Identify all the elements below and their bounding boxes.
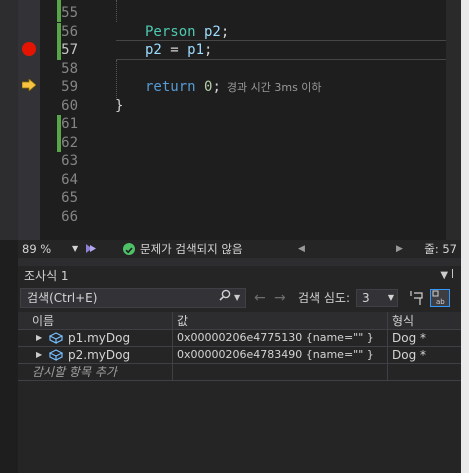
chevron-down-icon: ▼: [72, 244, 79, 253]
window-controls[interactable]: ▼ꟾ: [440, 266, 457, 286]
chevron-down-icon[interactable]: ▼: [234, 286, 240, 310]
back-arrow-icon[interactable]: ←: [254, 286, 266, 310]
panel-splitter[interactable]: [18, 258, 461, 266]
code-line[interactable]: 65: [40, 189, 461, 208]
expand-arrow-icon[interactable]: ▶: [36, 330, 42, 346]
check-circle-icon: [123, 243, 135, 255]
code-line[interactable]: 66: [40, 208, 461, 227]
object-icon: [49, 349, 63, 361]
code-line[interactable]: 62: [40, 134, 461, 153]
watch-toolbar: 검색(Ctrl+E) ▼ ← → 검색 심도: 3 ▼ ab: [18, 286, 461, 310]
scroll-right-icon[interactable]: ▶: [396, 240, 403, 258]
line-number: 60: [61, 97, 78, 114]
zoom-value: 89 %: [22, 242, 52, 256]
zoom-dropdown[interactable]: 89 % ▼: [22, 240, 82, 258]
change-bar: [57, 22, 61, 41]
column-header-value[interactable]: 값: [173, 312, 388, 330]
column-header-type[interactable]: 형식: [388, 312, 461, 330]
pin-window-icon[interactable]: ꟾ: [451, 270, 457, 281]
code-line[interactable]: 60 }: [40, 97, 461, 116]
perf-tip[interactable]: 경과 시간 3ms 이하: [227, 81, 322, 94]
type-cell: [388, 364, 461, 380]
editor-status-bar: 89 % ▼ 문제가 검색되지 않음 ◀ ▶ 줄: 57: [18, 240, 461, 258]
search-input[interactable]: 검색(Ctrl+E): [20, 288, 246, 308]
line-number: 58: [61, 60, 78, 77]
watch-title-bar[interactable]: 조사식 1 ▼ꟾ: [18, 266, 461, 286]
add-watch-row[interactable]: 감시할 항목 추가: [18, 364, 461, 381]
grid-header: 이름 값 형식: [18, 312, 461, 330]
line-number: 65: [61, 190, 78, 206]
window-edge: [461, 0, 469, 473]
name-cell[interactable]: ▶ p2.myDog: [18, 347, 173, 363]
code-cleanup-icon[interactable]: [84, 242, 97, 255]
raw-view-icon[interactable]: ab: [430, 289, 450, 307]
code-line[interactable]: 55: [40, 4, 461, 23]
watch-title: 조사식 1: [24, 269, 69, 283]
search-depth-value: 3: [362, 291, 370, 305]
table-row[interactable]: ▶ p1.myDog 0x00000206e4775130 {name="" }…: [18, 330, 461, 347]
breakpoint-icon[interactable]: [22, 42, 36, 56]
variable-name: p2.myDog: [68, 348, 131, 362]
issues-status[interactable]: 문제가 검색되지 않음: [140, 240, 243, 258]
code-text: }: [115, 97, 124, 114]
chevron-down-icon: ▼: [387, 293, 394, 302]
code-line[interactable]: 56 Person p2;: [40, 23, 461, 42]
current-statement-arrow-icon[interactable]: [22, 79, 36, 91]
add-watch-item[interactable]: 감시할 항목 추가: [18, 364, 173, 380]
watch-window[interactable]: 조사식 1 ▼ꟾ 검색(Ctrl+E) ▼ ← → 검색 심도: 3 ▼ ab 이…: [18, 266, 461, 473]
watch-grid[interactable]: 이름 값 형식 ▶ p1.myDog 0x00000206e4775130 {n…: [18, 312, 461, 381]
code-text: Person p2;: [145, 23, 230, 40]
object-icon: [49, 332, 63, 344]
code-line[interactable]: 59 return 0; 경과 시간 3ms 이하: [40, 78, 461, 97]
code-line[interactable]: 61: [40, 115, 461, 134]
table-row[interactable]: ▶ p2.myDog 0x00000206e4783490 {name="" }…: [18, 347, 461, 364]
line-number: 62: [61, 134, 78, 151]
left-strip: [0, 0, 18, 240]
forward-arrow-icon[interactable]: →: [274, 286, 286, 310]
type-cell: Dog *: [392, 348, 427, 362]
value-cell: [173, 364, 388, 380]
variable-name: p1.myDog: [68, 331, 131, 345]
line-number: 59: [61, 79, 78, 95]
code-line[interactable]: 58: [40, 60, 461, 79]
expand-arrow-icon[interactable]: ▶: [36, 347, 42, 363]
code-line-current[interactable]: 57 p2 = p1;: [40, 41, 461, 60]
indent-guide: [116, 0, 117, 22]
code-text: return 0; 경과 시간 3ms 이하: [145, 79, 322, 95]
line-number: 66: [61, 208, 78, 225]
code-text: p2 = p1;: [145, 42, 213, 58]
editor-vertical-scrollbar[interactable]: [446, 0, 461, 240]
svg-text:ab: ab: [436, 298, 445, 306]
search-depth-select[interactable]: 3 ▼: [356, 289, 398, 307]
search-icon[interactable]: [219, 289, 231, 301]
window-menu-icon[interactable]: ▼: [440, 270, 451, 281]
indent-guide: [116, 60, 117, 98]
code-line[interactable]: 64: [40, 171, 461, 190]
glyph-margin[interactable]: [18, 0, 40, 240]
change-bar: [57, 0, 61, 22]
value-cell[interactable]: 0x00000206e4783490 {name="" }: [173, 347, 388, 363]
line-indicator[interactable]: 줄: 57: [424, 240, 457, 258]
line-number: 64: [61, 171, 78, 188]
code-editor[interactable]: 55 56 Person p2; 57 p2 = p1; 58 59 retur…: [0, 0, 469, 240]
value-cell[interactable]: 0x00000206e4775130 {name="" }: [173, 330, 388, 346]
column-header-name[interactable]: 이름: [18, 312, 173, 330]
pin-icon[interactable]: [410, 290, 424, 306]
change-bar: [57, 41, 61, 60]
type-cell: Dog *: [392, 331, 427, 345]
name-cell[interactable]: ▶ p1.myDog: [18, 330, 173, 346]
code-line[interactable]: 63: [40, 152, 461, 171]
scroll-left-icon[interactable]: ◀: [298, 240, 305, 258]
line-number: 63: [61, 153, 78, 169]
search-depth-label: 검색 심도:: [298, 291, 351, 305]
